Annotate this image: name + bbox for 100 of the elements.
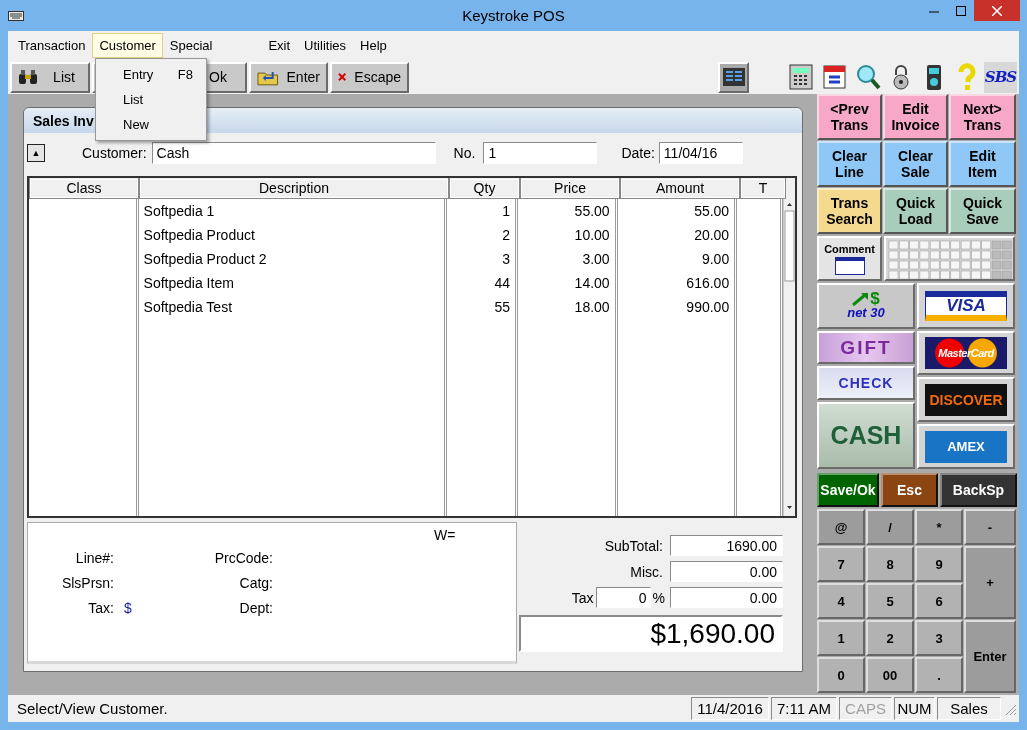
keypad-key[interactable]: 0	[817, 657, 865, 693]
menu-item[interactable]: Exit	[261, 33, 298, 58]
total-label: SubTotal:	[604, 537, 663, 554]
table-cell-text: 14.00	[573, 274, 611, 293]
comment-button[interactable]: Comment	[817, 236, 882, 281]
number-field[interactable]: 1	[483, 142, 598, 164]
keypad-key[interactable]: 3	[915, 620, 963, 656]
keypad-key[interactable]: 00	[866, 657, 914, 693]
grid-view-button[interactable]	[718, 61, 749, 93]
table-cell-text: 3.00	[581, 250, 611, 269]
customer-field[interactable]: Cash	[151, 142, 436, 164]
scroll-up-button[interactable]: ▲	[27, 144, 45, 162]
action-button[interactable]: Save/Ok	[817, 473, 879, 507]
status-panel: NUM	[894, 697, 935, 720]
status-panel: 11/4/2016	[691, 697, 769, 720]
discover-label: DISCOVER	[925, 383, 1007, 416]
function-button[interactable]: Clear Line	[817, 141, 882, 187]
table-cell-text: 2	[501, 226, 512, 245]
field-label: Customer:	[82, 145, 147, 161]
payment-button[interactable]: MasterCard	[917, 331, 1015, 375]
function-button[interactable]: Clear Sale	[883, 141, 948, 187]
keypad-key[interactable]: @	[817, 509, 865, 545]
keypad-key[interactable]: 6	[915, 583, 963, 619]
column-header[interactable]: Amount	[620, 178, 740, 199]
function-button[interactable]: Trans Search	[817, 188, 882, 234]
column-header[interactable]: Description	[139, 178, 449, 199]
menu-item[interactable]: Transaction	[11, 33, 93, 58]
misc-field: 0.00	[670, 561, 783, 582]
function-button[interactable]: <Prev Trans	[817, 94, 882, 140]
check-label: CHECK	[838, 375, 894, 391]
dollar-sign: $	[870, 292, 880, 306]
table-cell-text: Softpedia 1	[142, 202, 216, 221]
column-header[interactable]: Class	[29, 178, 139, 199]
column-header[interactable]: T	[740, 178, 786, 199]
keypad-key[interactable]: 2	[866, 620, 914, 656]
menu-item[interactable]: Help	[353, 33, 394, 58]
table-cell-text: 18.00	[573, 298, 611, 317]
payment-button[interactable]: VISA	[917, 283, 1015, 329]
binoculars-icon	[18, 69, 38, 85]
payment-button[interactable]: CHECK	[817, 366, 915, 400]
menu-option[interactable]: Entry	[123, 67, 154, 82]
keypad-key[interactable]: 7	[817, 546, 865, 582]
column-header[interactable]: Qty	[449, 178, 520, 199]
detail-label: Dept:	[238, 599, 273, 616]
payment-button[interactable]: DISCOVER	[917, 377, 1015, 422]
payment-button[interactable]: GIFT	[817, 331, 915, 364]
window-title: Keystroke POS	[462, 7, 565, 24]
toolbar-button[interactable]: Escape	[330, 61, 409, 93]
keypad-key[interactable]: -	[964, 509, 1016, 545]
window-icon	[834, 256, 865, 275]
payment-button[interactable]: AMEX	[917, 424, 1015, 469]
column-header[interactable]: Price	[520, 178, 620, 199]
table-cell-text: Softpedia Product	[142, 226, 256, 245]
action-button[interactable]: BackSp	[940, 473, 1017, 507]
weight-label: W=	[434, 527, 456, 543]
menu-option[interactable]: List	[123, 92, 144, 107]
keypad-key[interactable]: /	[866, 509, 914, 545]
detail-label: Catg:	[238, 574, 273, 591]
table-cell-text: 990.00	[685, 298, 731, 317]
table-cell-text: Softpedia Test	[142, 298, 234, 317]
table-cell-text: 44	[493, 274, 512, 293]
table-cell-text: 616.00	[685, 274, 731, 293]
keypad-key[interactable]: *	[915, 509, 963, 545]
tax-rate-field: 0	[595, 587, 651, 608]
function-button[interactable]: Quick Load	[883, 188, 948, 234]
date-field[interactable]: 11/04/16	[658, 142, 743, 164]
function-button[interactable]: Next> Trans	[949, 94, 1016, 140]
detail-label: PrcCode:	[213, 549, 273, 566]
keypad-key[interactable]: +	[964, 546, 1016, 619]
menu-item[interactable]: Utilities	[297, 33, 353, 58]
keypad-key[interactable]: 1	[817, 620, 865, 656]
status-panel: Sales	[937, 697, 1001, 720]
keypad-key[interactable]: 4	[817, 583, 865, 619]
detail-value: $	[124, 599, 133, 616]
function-button[interactable]: Edit Invoice	[883, 94, 948, 140]
payment-button[interactable]: CASH	[817, 402, 915, 469]
tax-field: 0.00	[670, 587, 783, 608]
keypad-key[interactable]: .	[915, 657, 963, 693]
function-button[interactable]: Quick Save	[949, 188, 1016, 234]
function-button[interactable]: Edit Item	[949, 141, 1016, 187]
keypad-key[interactable]: 8	[866, 546, 914, 582]
action-button[interactable]: Esc	[881, 473, 938, 507]
menu-item[interactable]: Customer	[92, 33, 163, 58]
keyboard-icon	[8, 10, 24, 21]
toolbar-button[interactable]: Enter	[249, 61, 328, 93]
table-cell-text: 1	[501, 202, 512, 221]
status-panel: CAPS	[839, 697, 892, 720]
payment-button[interactable]: $ net 30	[817, 283, 915, 329]
detail-label: SlsPrsn:	[60, 574, 114, 591]
logo: SBS	[984, 61, 1017, 93]
table-cell-text: Softpedia Product 2	[142, 250, 268, 269]
toolbar-button[interactable]: List	[10, 61, 90, 93]
keypad-key[interactable]: 9	[915, 546, 963, 582]
menu-option[interactable]: New	[123, 117, 149, 132]
keypad-key[interactable]: Enter	[964, 620, 1016, 693]
keypad-key[interactable]: 5	[866, 583, 914, 619]
close-button[interactable]	[974, 0, 1020, 21]
menu-item[interactable]: Special	[162, 33, 220, 58]
visa-label: VISA	[925, 291, 1007, 321]
percent-label: %	[652, 589, 665, 606]
